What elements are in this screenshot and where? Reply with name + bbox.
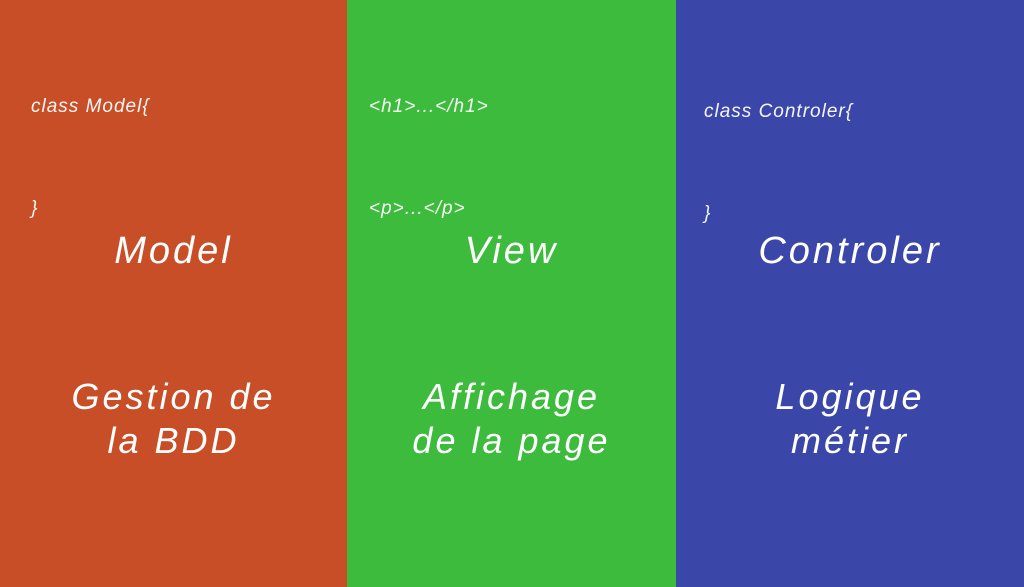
controler-description-line-1: Logique [775, 376, 925, 417]
controler-column: class Controler{ } Controler Logique mét… [676, 0, 1024, 587]
view-column: <h1>...</h1> <p>...</p> View Affichage d… [347, 0, 676, 587]
controler-description-line-2: métier [790, 420, 910, 461]
model-column: class Model{ } Model Gestion de la BDD [0, 0, 347, 587]
view-title: View [464, 230, 559, 272]
controler-code-line-1: class Controler{ [704, 101, 854, 122]
view-code-line-1: <h1>...</h1> [369, 96, 489, 117]
controler-description: Logique métier [676, 375, 1024, 463]
model-code-line-1: class Model{ [31, 96, 150, 117]
view-code-line-2: <p>...</p> [369, 198, 466, 219]
model-description-line-2: la BDD [107, 420, 240, 461]
view-description: Affichage de la page [347, 375, 676, 463]
mvc-diagram: class Model{ } Model Gestion de la BDD <… [0, 0, 1024, 587]
model-code-line-2: } [31, 198, 39, 219]
view-description-line-2: de la page [412, 420, 611, 461]
view-description-line-1: Affichage [422, 376, 601, 417]
controler-title: Controler [758, 230, 942, 272]
model-description-line-1: Gestion de [71, 376, 276, 417]
controler-code-line-2: } [704, 203, 712, 224]
model-description: Gestion de la BDD [0, 375, 347, 463]
model-title: Model [114, 230, 233, 272]
